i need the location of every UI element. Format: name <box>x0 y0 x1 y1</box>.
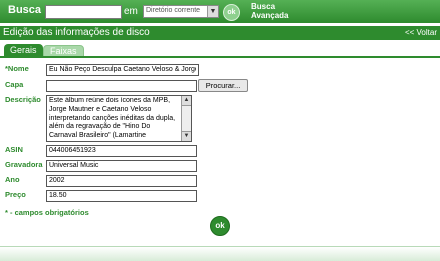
cover-label: Capa <box>5 80 24 89</box>
description-scrollbar[interactable]: ▲ ▼ <box>181 96 191 141</box>
description-label: Descrição <box>5 95 41 104</box>
search-input[interactable] <box>45 5 122 19</box>
record-label-field[interactable] <box>46 160 197 172</box>
year-field[interactable] <box>46 175 197 187</box>
description-text: Este álbum reúne dois ícones da MPB, Jor… <box>49 97 176 140</box>
name-label: *Nome <box>5 64 29 73</box>
scope-preposition: em <box>124 6 138 17</box>
submit-ok-button[interactable]: ok <box>210 216 230 236</box>
advanced-search-line1: Busca <box>251 2 276 11</box>
description-textarea[interactable]: Este álbum reúne dois ícones da MPB, Jor… <box>46 95 192 142</box>
search-scope-select[interactable]: Diretório corrente ▼ <box>143 5 219 18</box>
price-label: Preço <box>5 190 26 199</box>
advanced-search-line2: Avançada <box>251 11 289 20</box>
scroll-down-icon[interactable]: ▼ <box>182 131 191 141</box>
cover-file-field[interactable] <box>46 80 197 92</box>
required-fields-note: * - campos obrigatórios <box>5 208 89 217</box>
scroll-up-icon[interactable]: ▲ <box>182 96 191 106</box>
asin-label: ASIN <box>5 145 23 154</box>
search-label: Busca <box>8 4 42 16</box>
footer-bar <box>0 246 440 261</box>
search-ok-button[interactable]: ok <box>223 4 240 21</box>
top-search-bar: Busca em Diretório corrente ▼ ok Busca A… <box>0 0 440 23</box>
price-field[interactable] <box>46 190 197 202</box>
page-title: Edição das informações de disco <box>3 27 150 38</box>
asin-field[interactable] <box>46 145 197 157</box>
chevron-down-icon: ▼ <box>207 6 218 17</box>
label-label: Gravadora <box>5 160 43 169</box>
search-scope-value: Diretório corrente <box>146 7 201 14</box>
browse-button[interactable]: Procurar... <box>198 79 248 92</box>
advanced-search-link[interactable]: Busca Avançada <box>251 2 289 20</box>
tab-divider <box>0 56 440 58</box>
year-label: Ano <box>5 175 20 184</box>
name-field[interactable] <box>46 64 199 76</box>
title-bar: Edição das informações de disco << Volta… <box>0 26 440 40</box>
back-link[interactable]: << Voltar <box>405 28 437 37</box>
